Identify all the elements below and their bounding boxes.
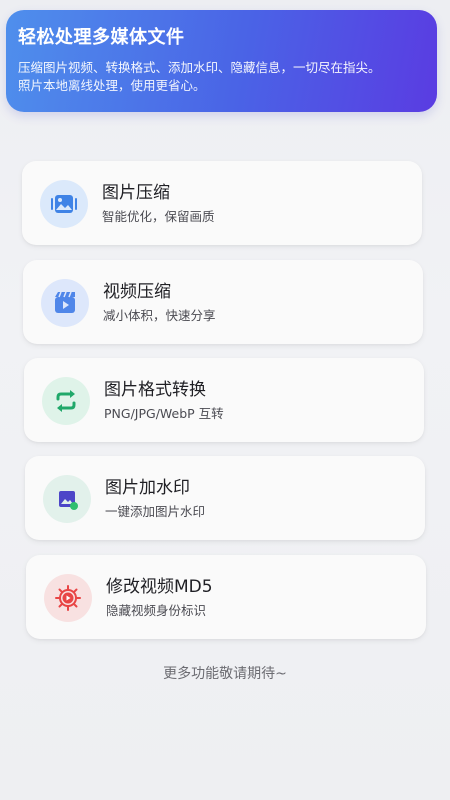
image-compress-icon <box>40 180 88 228</box>
coming-soon-text: 更多功能敬请期待~ <box>163 666 287 682</box>
feature-subtitle: PNG/JPG/WebP 互转 <box>104 406 224 421</box>
banner-title: 轻松处理多媒体文件 <box>18 27 185 48</box>
feature-card-video-compress[interactable]: 视频压缩 减小体积，快速分享 <box>23 260 423 344</box>
gear-play-icon <box>44 574 92 622</box>
feature-subtitle: 隐藏视频身份标识 <box>106 603 207 618</box>
watermark-icon <box>43 475 91 523</box>
feature-subtitle: 智能优化，保留画质 <box>102 209 215 224</box>
feature-title: 修改视频MD5 <box>106 577 213 597</box>
feature-title: 图片加水印 <box>105 478 190 498</box>
feature-title: 视频压缩 <box>103 282 171 302</box>
feature-title: 图片格式转换 <box>104 380 206 400</box>
video-compress-icon <box>41 279 89 327</box>
feature-card-image-compress[interactable]: 图片压缩 智能优化，保留画质 <box>22 161 422 245</box>
banner-description: 压缩图片视频、转换格式、添加水印、隐藏信息，一切尽在指尖。 <box>18 60 381 75</box>
feature-title: 图片压缩 <box>102 183 170 203</box>
feature-subtitle: 一键添加图片水印 <box>105 504 206 519</box>
banner-privacy-note: 照片本地离线处理，使用更省心。 <box>18 78 206 93</box>
feature-card-watermark[interactable]: 图片加水印 一键添加图片水印 <box>25 456 425 540</box>
feature-card-modify-md5[interactable]: 修改视频MD5 隐藏视频身份标识 <box>26 555 426 639</box>
convert-arrows-icon <box>42 377 90 425</box>
feature-subtitle: 减小体积，快速分享 <box>103 308 216 323</box>
header-banner: 轻松处理多媒体文件 压缩图片视频、转换格式、添加水印、隐藏信息，一切尽在指尖。 … <box>6 10 437 112</box>
feature-card-format-convert[interactable]: 图片格式转换 PNG/JPG/WebP 互转 <box>24 358 424 442</box>
